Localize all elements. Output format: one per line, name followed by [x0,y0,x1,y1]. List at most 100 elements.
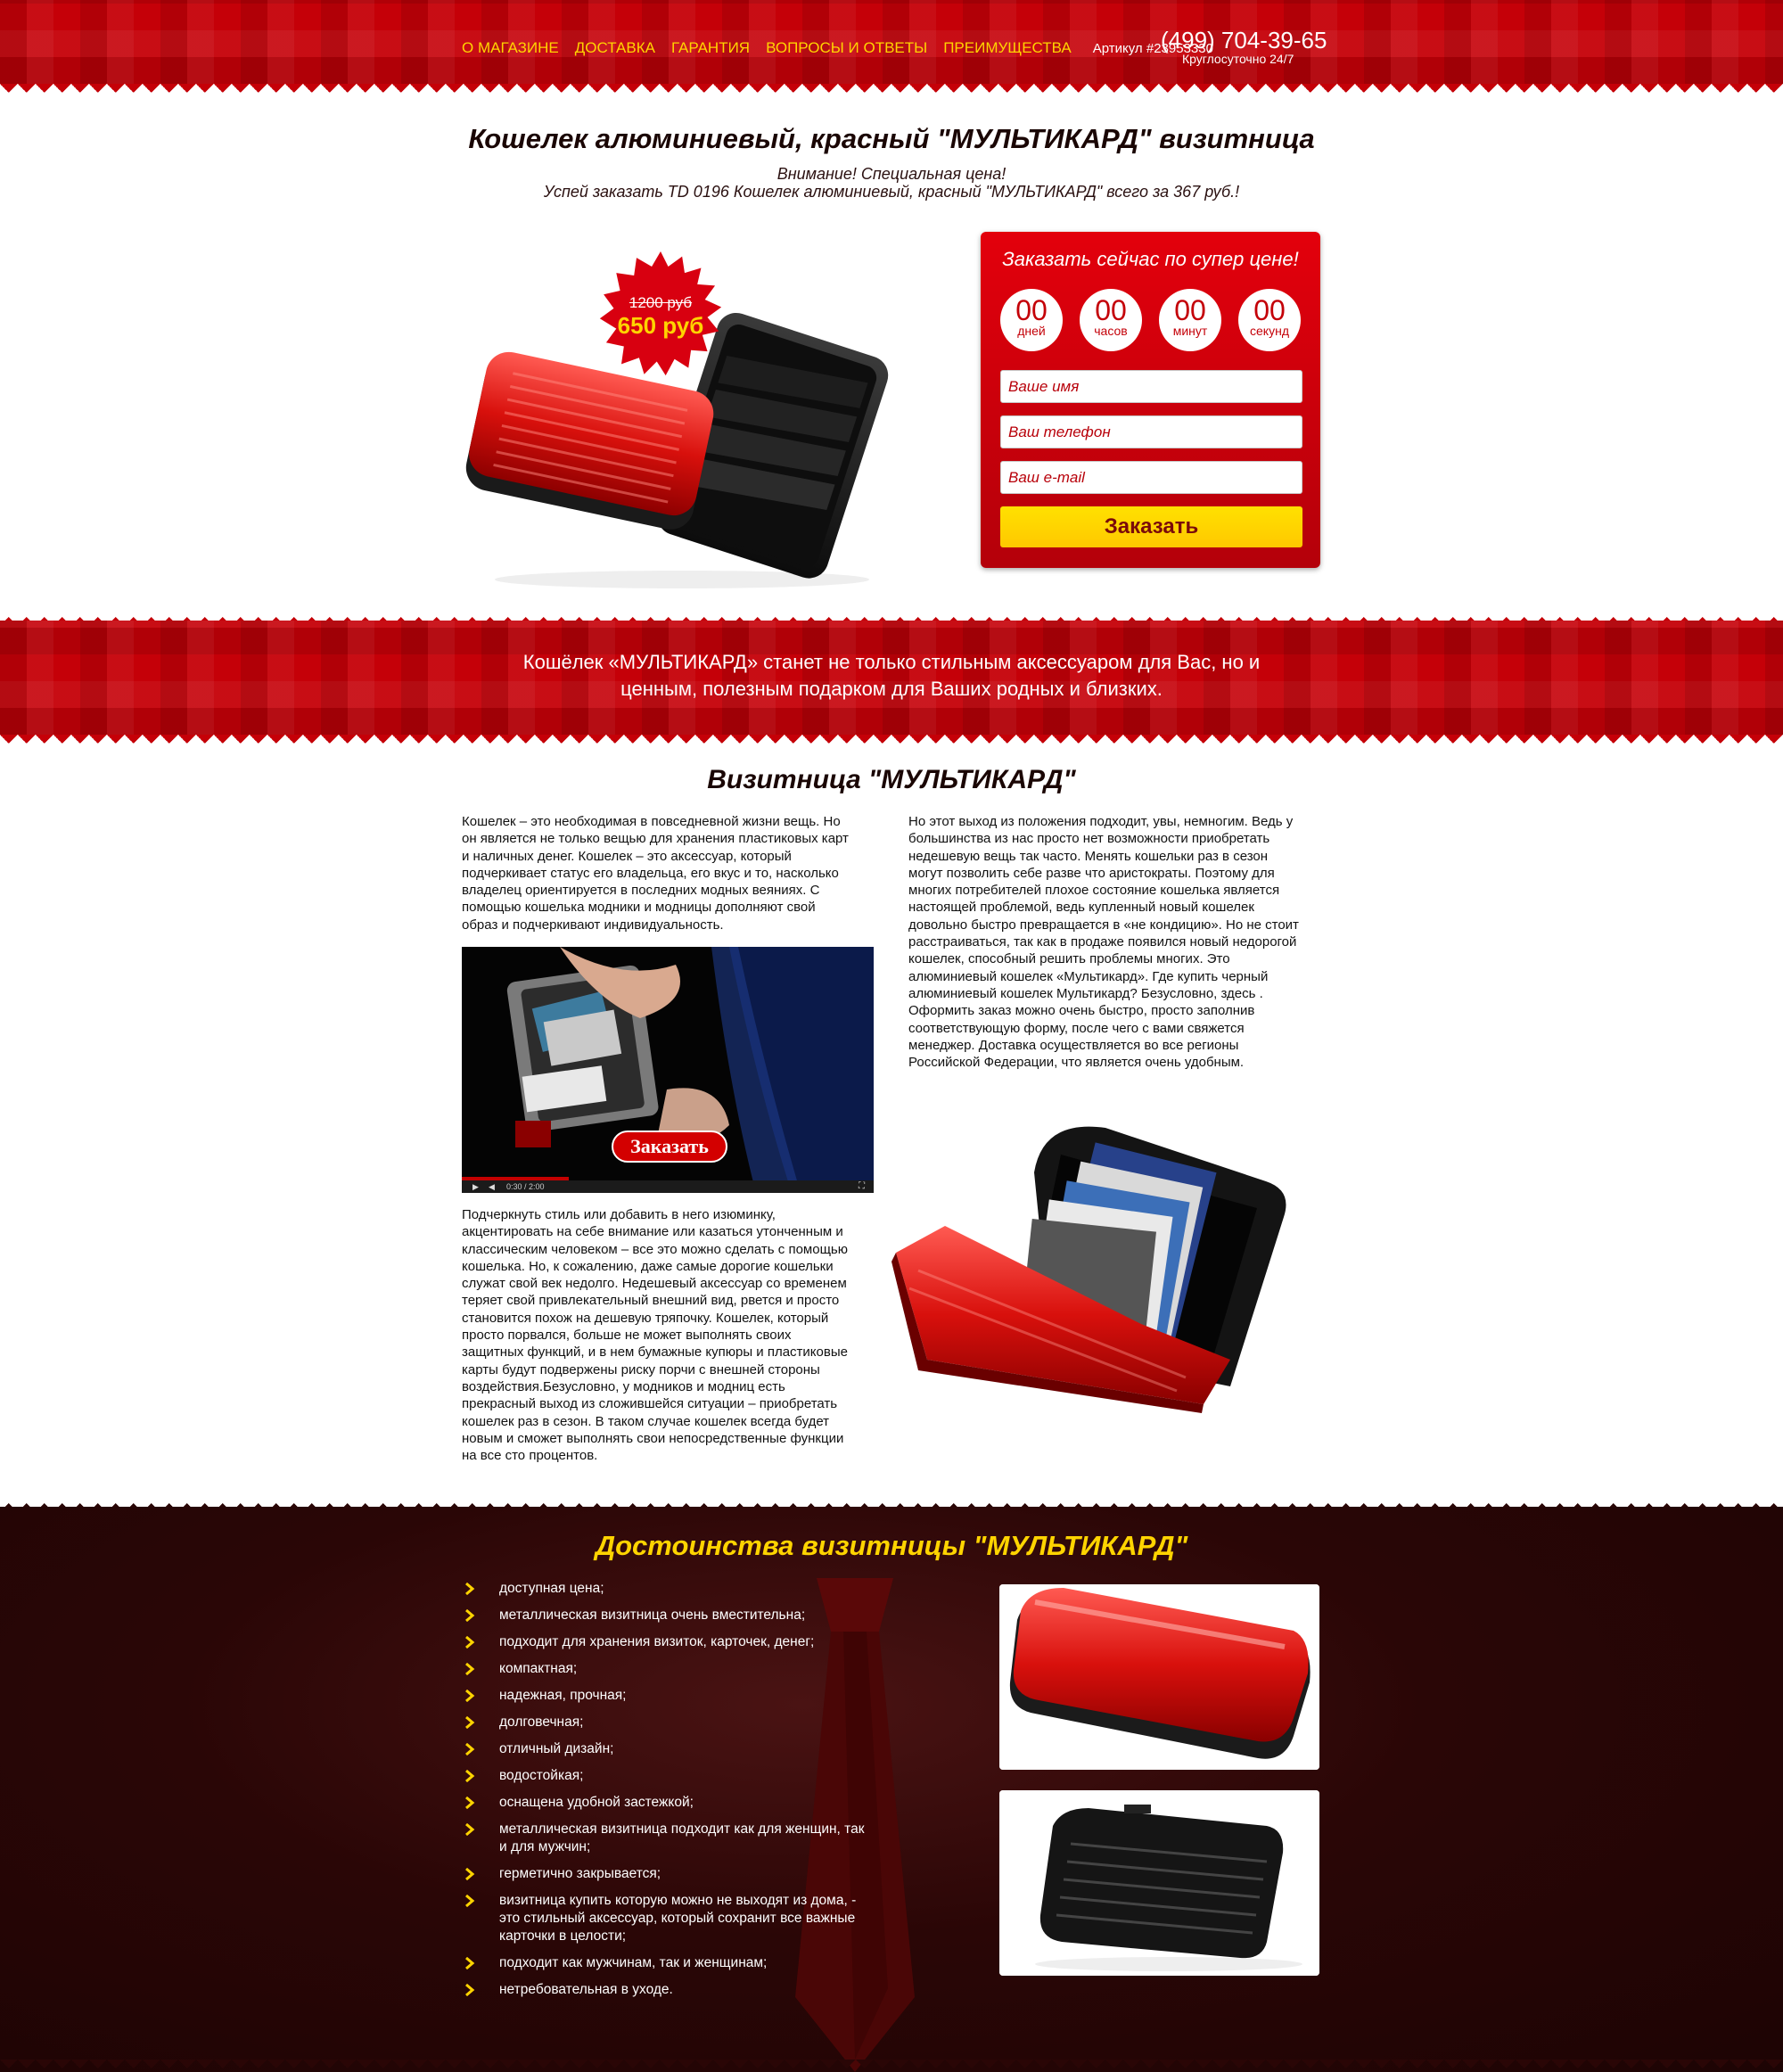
article-style-line: просто порвался, больше не может выполня… [462,1328,792,1344]
chevron-right-icon [465,1823,475,1836]
timer-hours-label: часов [1094,324,1128,338]
black-wallet-image [999,1790,1319,1976]
nav-link-advantages[interactable]: ПРЕИМУЩЕСТВА [943,39,1072,57]
advantage-item: подходит для хранения визиток, карточек,… [464,1633,874,1651]
article-solution-line: многих потребителей плохое состояние кош… [908,883,1280,899]
gift-banner-line-2: ценным, полезным подарком для Ваших родн… [620,678,1163,700]
article-solution-line: довольно быстро превращается в «не конди… [908,917,1299,933]
new-price: 650 руб [617,312,704,339]
play-icon[interactable]: ▶ [472,1182,479,1192]
advantage-text: металлическая визитница подходит как для… [499,1821,865,1854]
advantage-item: оснащена удобной застежкой; [464,1794,874,1812]
nav-link-about[interactable]: О МАГАЗИНЕ [462,39,559,57]
article-style-line: становится похож на дешевую тряпочку. Ко… [462,1310,829,1326]
article-style-line: кошелька. Но, к сожалению, даже самые до… [462,1258,834,1274]
fullscreen-icon[interactable]: ⛶ [859,1181,865,1191]
phone-field[interactable] [1000,415,1302,448]
order-submit-button[interactable]: Заказать [1000,506,1302,547]
chevron-right-icon [465,1636,475,1649]
nav-link-faq[interactable]: ВОПРОСЫ И ОТВЕТЫ [766,39,927,57]
special-price-notice: Внимание! Специальная цена! [776,165,1007,183]
video-order-button[interactable]: Заказать [612,1131,727,1163]
article-intro-line: он является не только вещью для хранения… [462,831,849,847]
advantage-item: отличный дизайн; [464,1740,874,1758]
article-style-line: акцентировать на себе внимание или казат… [462,1224,843,1240]
article-solution-line: настоящей проблемой, ведь купленный новы… [908,900,1254,916]
advantages-title: Достоинства визитницы "МУЛЬТИКАРД" [595,1530,1188,1561]
video-time: 0:30 / 2:00 [506,1182,545,1191]
top-nav: О МАГАЗИНЕ ДОСТАВКА ГАРАНТИЯ ВОПРОСЫ И О… [462,39,1213,57]
article-solution-line: Российской Федерации, что является очень… [908,1055,1245,1071]
article-intro-line: подчеркивает статус его владельца, его в… [462,865,839,881]
banner-zigzag-bottom [0,735,1783,747]
advantage-text: нетребовательная в уходе. [499,1982,673,1997]
article-solution-line: большинства из нас просто нет возможност… [908,831,1270,847]
page-title: Кошелек алюминиевый, красный "МУЛЬТИКАРД… [468,123,1315,154]
order-form-title: Заказать сейчас по супер цене! [1002,248,1299,270]
advantage-text: компактная; [499,1661,578,1676]
timer-days: 00 дней [1000,289,1063,351]
article-solution-line: алюминиевый кошелек Мультикард? Безуслов… [908,985,1263,1001]
advantage-text: подходит как мужчинам, так и женщинам; [499,1955,768,1970]
header: О МАГАЗИНЕ ДОСТАВКА ГАРАНТИЯ ВОПРОСЫ И О… [0,0,1783,84]
article-style-line: на все сто процентов. [462,1448,598,1464]
timer-hours: 00 часов [1080,289,1142,351]
name-field[interactable] [1000,370,1302,403]
volume-icon[interactable]: ◀ [489,1182,495,1192]
advantages-zigzag-bottom [0,2060,1783,2072]
chevron-right-icon [465,1663,475,1675]
banner-zigzag-top [0,608,1783,621]
timer-seconds: 00 секунд [1238,289,1301,351]
timer-seconds-value: 00 [1253,294,1286,326]
video-controls[interactable]: ▶ ◀ 0:30 / 2:00 ⛶ [462,1180,874,1193]
article-intro-line: и наличных денег. Кошелек – это аксессуа… [462,848,792,864]
article-solution-line: алюминиевый кошелек «Мультикард». Где ку… [908,968,1269,984]
nav-link-warranty[interactable]: ГАРАНТИЯ [671,39,750,57]
old-price: 1200 руб [629,294,693,311]
article-style-line: защитных функций, и в нем бумажные купюр… [462,1344,848,1361]
article-solution-line: соответствующую форму, после чего с вами… [908,1020,1245,1036]
chevron-right-icon [465,1609,475,1622]
timer-hours-value: 00 [1095,294,1127,326]
chevron-right-icon [465,1895,475,1907]
article-style-line: Подчеркнуть стиль или добавить в него из… [462,1207,776,1222]
advantage-text: металлическая визитница очень вместитель… [499,1607,806,1623]
timer-days-value: 00 [1015,294,1048,326]
article-intro-line: владелец ориентируется в последних модны… [462,883,820,899]
article-style-line: классическим человеком – все это можно с… [462,1241,848,1257]
gift-banner-text: Кошёлек «МУЛЬТИКАРД» станет не только ст… [481,649,1302,703]
advantage-item: надежная, прочная; [464,1687,874,1705]
article-style: Подчеркнуть стиль или добавить в него из… [462,1206,881,1464]
chevron-right-icon [465,1743,475,1755]
article-solution-line: кошелек, способный решить проблемы многи… [908,951,1230,967]
article-style-line: карты будут подвержены риску порчи с вне… [462,1361,820,1377]
article-style-line: кошелек раз в сезон. В таком случае коше… [462,1413,830,1429]
advantage-item: подходит как мужчинам, так и женщинам; [464,1954,874,1972]
video-player[interactable]: Заказать ▶ ◀ 0:30 / 2:00 ⛶ [462,947,874,1193]
advantage-item: компактная; [464,1660,874,1678]
timer-days-label: дней [1017,324,1046,338]
timer-minutes-value: 00 [1174,294,1206,326]
article-style-line: теряет свой привлекательный внешний вид,… [462,1293,840,1309]
advantage-item: металлическая визитница очень вместитель… [464,1607,874,1624]
advantage-item: визитница купить которую можно не выходя… [464,1892,874,1945]
advantage-text: долговечная; [499,1714,584,1730]
phone-number[interactable]: (499) 704-39-65 [1161,27,1327,54]
article-style-line: воздействия.Безусловно, у модников и мод… [462,1378,785,1394]
gift-banner-line-1: Кошёлек «МУЛЬТИКАРД» станет не только ст… [522,651,1261,673]
black-wallet-photo [999,1790,1319,1976]
email-field[interactable] [1000,461,1302,494]
article-solution-line: менеджер. Доставка осуществляется во все… [908,1037,1239,1053]
advantage-text: отличный дизайн; [499,1741,614,1756]
chevron-right-icon [465,1583,475,1595]
chevron-right-icon [465,1984,475,1996]
advantage-item: долговечная; [464,1714,874,1731]
timer-minutes: 00 минут [1159,289,1221,351]
special-price-offer: Успей заказать TD 0196 Кошелек алюминиев… [543,183,1240,201]
advantage-text: герметично закрывается; [499,1866,661,1881]
article-solution-line: могут позволить себе разве что аристокра… [908,865,1275,881]
article-intro-line: помощью кошелька модники и модницы допол… [462,900,816,916]
nav-link-delivery[interactable]: ДОСТАВКА [575,39,655,57]
article-solution-line: расстраиваться, так как в продаже появил… [908,934,1297,950]
advantages-zigzag-top [0,1494,1783,1507]
